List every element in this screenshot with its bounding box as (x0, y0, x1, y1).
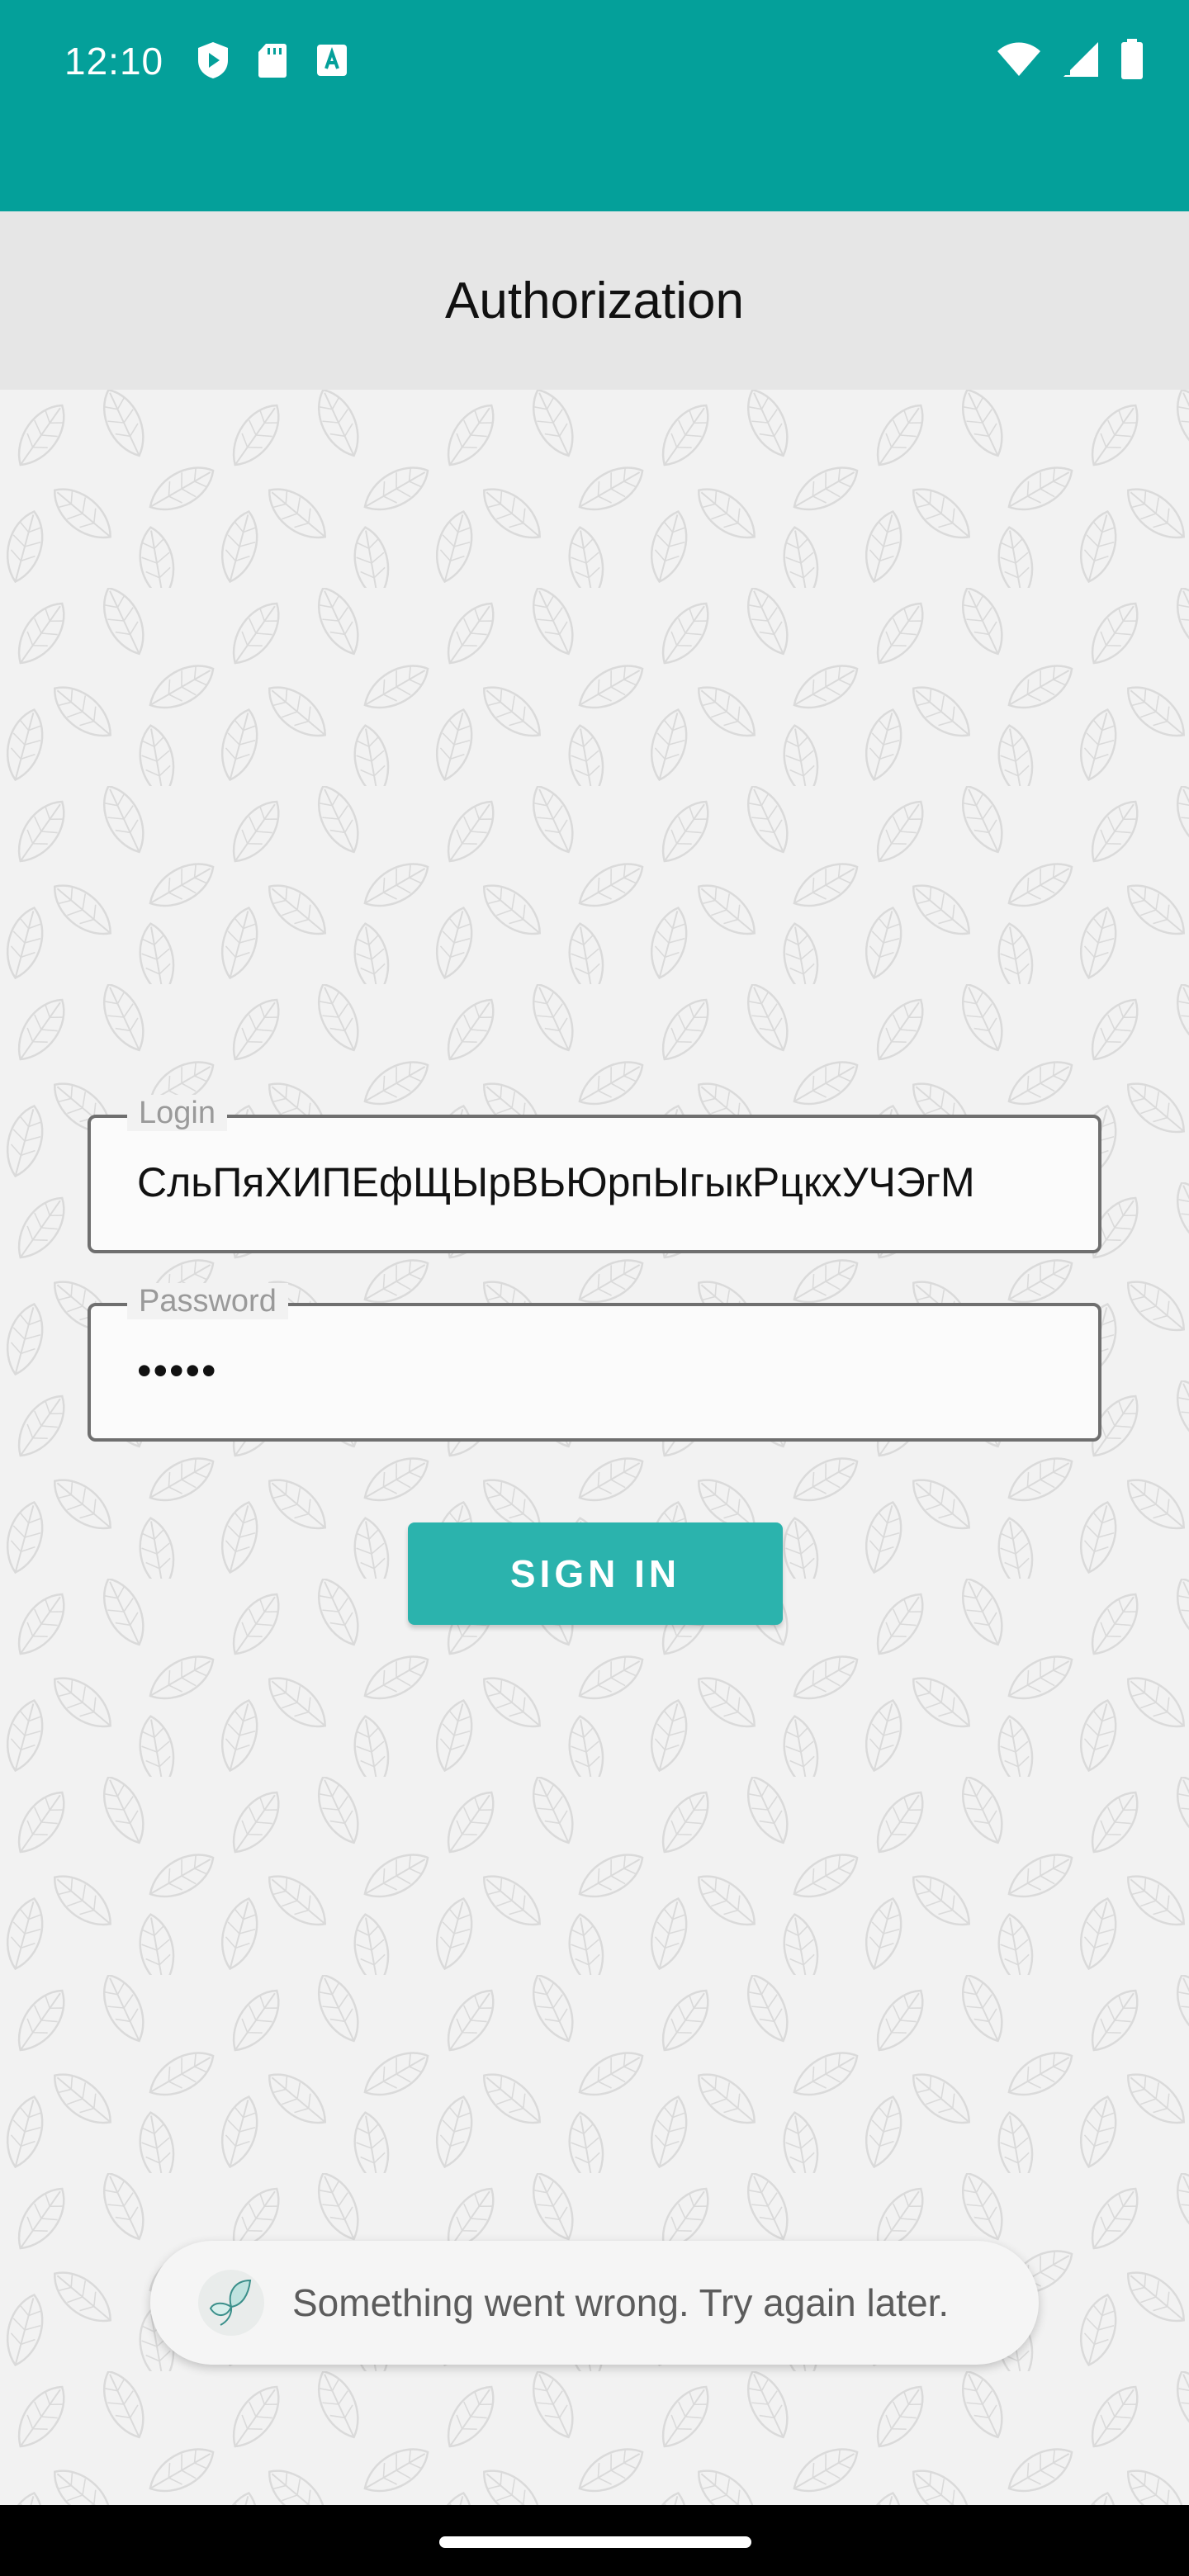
login-label: Login (127, 1095, 227, 1131)
login-screen: Login СльПяХИПЕфЩЫрВЬЮрпЫгыкРцкхУЧЭгМ Pa… (0, 390, 1189, 2505)
cell-signal-icon (1062, 38, 1100, 81)
status-bar: 12:10 (0, 0, 1189, 211)
password-field[interactable]: Password ••••• (88, 1283, 1101, 1442)
leaf-background-pattern (0, 390, 1189, 2505)
toast-text: Something went wrong. Try again later. (292, 2281, 950, 2324)
status-icons-right (996, 38, 1144, 81)
sd-card-icon (254, 40, 291, 81)
navigation-bar (0, 2505, 1189, 2576)
toast-message: Something went wrong. Try again later. (150, 2241, 1039, 2365)
app-bar: Authorization (0, 211, 1189, 390)
home-handle[interactable] (439, 2536, 751, 2548)
sign-in-button[interactable]: SIGN IN (408, 1522, 783, 1625)
battery-icon (1120, 38, 1144, 81)
password-label: Password (127, 1283, 288, 1319)
login-input[interactable]: СльПяХИПЕфЩЫрВЬЮрпЫгыкРцкхУЧЭгМ (137, 1156, 1054, 1209)
status-time: 12:10 (64, 40, 164, 83)
wifi-icon (996, 38, 1042, 81)
keyboard-a-icon (314, 40, 350, 81)
status-icons-left (195, 40, 350, 81)
play-protect-icon (195, 40, 231, 81)
login-field[interactable]: Login СльПяХИПЕфЩЫрВЬЮрпЫгыкРцкхУЧЭгМ (88, 1095, 1101, 1253)
butterfly-icon (198, 2270, 264, 2336)
page-title: Authorization (445, 272, 744, 329)
password-input[interactable]: ••••• (137, 1344, 1054, 1397)
